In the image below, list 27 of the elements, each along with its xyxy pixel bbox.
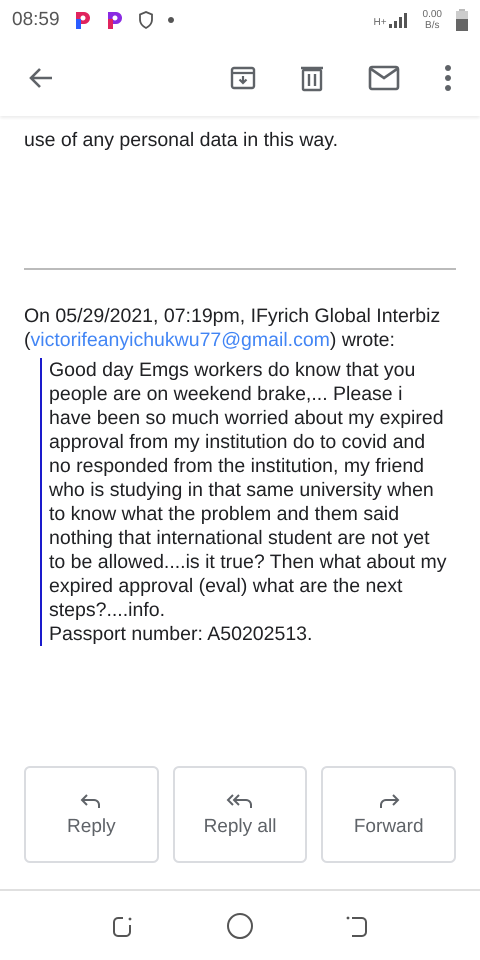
app-icon: [106, 10, 124, 30]
email-link[interactable]: victorifeanyichukwu77@gmail.com: [30, 329, 330, 351]
notice-text: use of any personal data in this way.: [23, 128, 339, 152]
reply-all-icon: [226, 792, 254, 810]
forward-icon: [378, 792, 400, 810]
app-icon: [74, 10, 92, 30]
reply-button[interactable]: Reply: [24, 766, 159, 863]
signal-icon: [388, 12, 409, 28]
speed-unit: B/s: [425, 20, 440, 31]
speed-value: 0.00: [422, 9, 442, 20]
shield-icon: [138, 11, 154, 29]
mail-icon[interactable]: [368, 65, 400, 91]
reply-all-button[interactable]: Reply all: [172, 766, 308, 863]
network-type: H+: [373, 17, 387, 28]
home-icon[interactable]: [226, 912, 254, 940]
battery-icon: [456, 9, 468, 31]
quoted-text: Passport number: A50202513.: [49, 622, 314, 646]
quote-header: On 05/29/2021, 07:19pm, IFyrich Global Interbiz (victorifeanyichukwu77@gmail.com) wrote:: [23, 304, 442, 352]
reply-icon: [80, 792, 102, 810]
delete-icon[interactable]: [300, 64, 324, 92]
forward-button[interactable]: Forward: [321, 766, 456, 863]
archive-icon[interactable]: [230, 65, 256, 91]
clock: 08:59: [12, 9, 60, 31]
quoted-text: Good day Emgs workers do know that you people are on weekend brake,... Please i have been so much worried about my expired approval from my institution do to covid and no responded from the institution, my friend who is studying in that same university when to know what the problem and them said nothing that international student are not yet to be allowed....is it true? Then what about my expired approval (eval) what are the next steps?....info.: [49, 358, 448, 622]
more-icon[interactable]: [444, 64, 452, 92]
dot-icon: [168, 17, 174, 23]
back-icon[interactable]: [28, 67, 54, 89]
